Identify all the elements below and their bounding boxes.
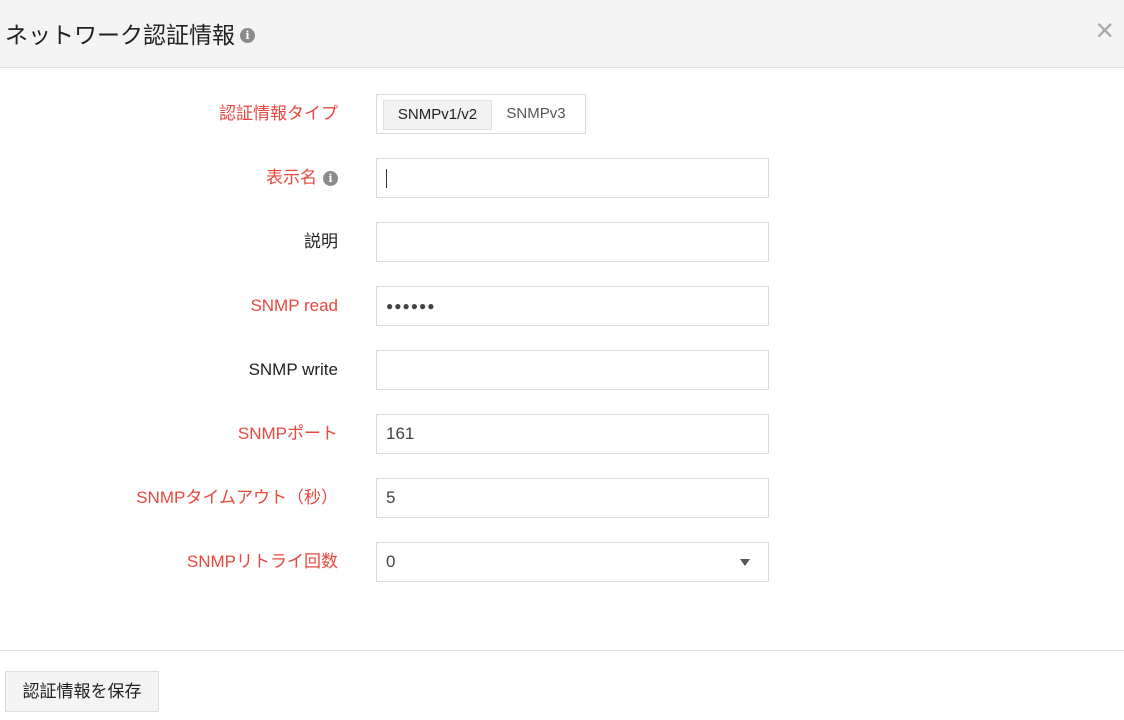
close-icon[interactable]: × <box>1095 14 1114 46</box>
dialog-title: ネットワーク認証情報 i <box>5 16 255 50</box>
description-label: 説明 <box>304 232 338 251</box>
description-input[interactable] <box>376 222 769 262</box>
info-icon[interactable]: i <box>323 170 338 186</box>
snmp-write-input[interactable] <box>376 350 769 390</box>
snmp-read-label: SNMP read <box>250 296 338 315</box>
display-name-row: 表示名 i <box>0 158 1124 198</box>
snmp-timeout-row: SNMPタイムアウト（秒） 5 <box>0 478 1124 518</box>
snmp-read-input[interactable]: ●●●●●● <box>376 286 769 326</box>
snmp-timeout-label: SNMPタイムアウト（秒） <box>136 488 338 507</box>
snmp-retries-row: SNMPリトライ回数 0 <box>0 542 1124 582</box>
snmp-write-label: SNMP write <box>248 360 338 379</box>
display-name-label: 表示名 i <box>266 158 338 198</box>
option-snmpv1v2[interactable]: SNMPv1/v2 <box>383 100 492 130</box>
snmp-port-label: SNMPポート <box>237 424 338 443</box>
snmp-port-input[interactable]: 161 <box>376 414 769 454</box>
footer-divider <box>0 650 1124 651</box>
snmp-port-row: SNMPポート 161 <box>0 414 1124 454</box>
credential-type-label: 認証情報タイプ <box>219 104 338 123</box>
snmp-retries-value: 0 <box>386 552 396 571</box>
save-credentials-button[interactable]: 認証情報を保存 <box>5 671 159 712</box>
display-name-input[interactable] <box>376 158 769 198</box>
display-name-label-text: 表示名 <box>266 168 317 187</box>
chevron-down-icon[interactable] <box>740 559 750 566</box>
snmp-retries-select[interactable]: 0 <box>376 542 769 582</box>
dialog-title-text: ネットワーク認証情報 <box>5 22 235 48</box>
description-row: 説明 <box>0 222 1124 262</box>
snmp-timeout-input[interactable]: 5 <box>376 478 769 518</box>
dialog-header: ネットワーク認証情報 i × <box>0 0 1124 68</box>
info-icon[interactable]: i <box>240 27 255 43</box>
credential-type-toggle: SNMPv1/v2 SNMPv3 <box>376 94 586 134</box>
snmp-retries-label: SNMPリトライ回数 <box>186 552 338 571</box>
snmp-write-row: SNMP write <box>0 350 1124 390</box>
credential-type-row: 認証情報タイプ SNMPv1/v2 SNMPv3 <box>0 94 1124 154</box>
snmp-read-row: SNMP read ●●●●●● <box>0 286 1124 326</box>
option-snmpv3[interactable]: SNMPv3 <box>495 100 577 128</box>
